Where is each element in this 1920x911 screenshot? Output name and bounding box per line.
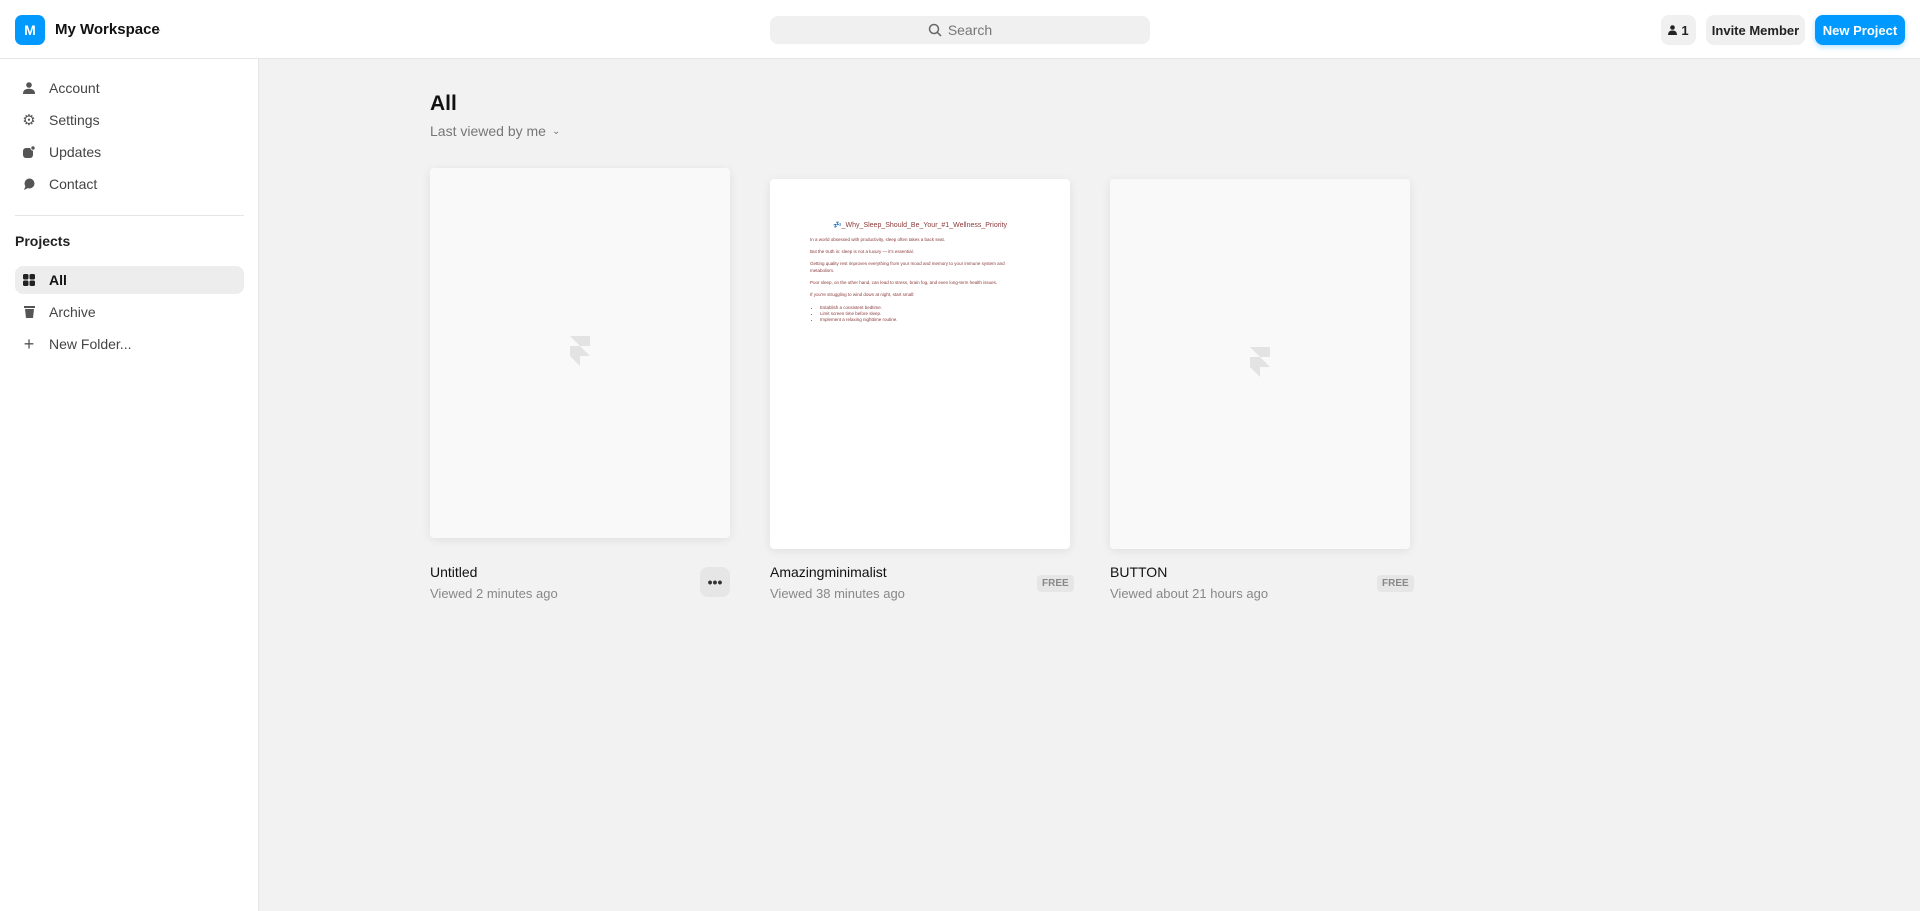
search-placeholder: Search	[947, 22, 993, 38]
sidebar-item-label: All	[49, 272, 67, 288]
projects-heading: Projects	[15, 233, 71, 249]
project-last-viewed: Viewed 38 minutes ago	[770, 586, 905, 601]
sidebar-item-label: Updates	[49, 144, 102, 160]
workspace-avatar[interactable]: M	[15, 15, 45, 45]
preview-paragraph: If you're struggling to wind down at nig…	[810, 292, 915, 298]
project-title[interactable]: Amazingminimalist	[770, 564, 887, 580]
project-card-thumbnail[interactable]	[430, 168, 730, 538]
page-title: All	[430, 92, 457, 115]
sidebar-item-label: Settings	[49, 112, 100, 128]
chat-icon	[21, 178, 37, 190]
sort-dropdown[interactable]: Last viewed by me ⌄	[430, 123, 560, 139]
updates-icon	[21, 146, 37, 158]
sidebar-item-account[interactable]: Account	[15, 74, 244, 102]
sidebar-item-label: Archive	[49, 304, 96, 320]
preview-paragraph: Poor sleep, on the other hand, can lead …	[810, 279, 998, 285]
preview-paragraph: But the truth is: sleep is not a luxury …	[810, 249, 914, 255]
preview-heading: 💤_Why_Sleep_Should_Be_Your_#1_Wellness_P…	[832, 222, 1008, 229]
preview-paragraph: Getting quality rest improves everything…	[810, 261, 1005, 273]
project-card-thumbnail[interactable]: 💤_Why_Sleep_Should_Be_Your_#1_Wellness_P…	[770, 179, 1070, 549]
document-preview: 💤_Why_Sleep_Should_Be_Your_#1_Wellness_P…	[810, 221, 1030, 323]
framer-logo-icon	[1250, 347, 1270, 377]
gear-icon: ⚙	[22, 112, 36, 129]
sort-label: Last viewed by me	[430, 123, 546, 139]
grid-icon	[21, 274, 37, 286]
plan-badge: FREE	[1377, 575, 1414, 592]
top-bar: M My Workspace ⌄ Search 1 Invite Member …	[0, 0, 1920, 59]
project-title[interactable]: Untitled	[430, 564, 477, 580]
members-button[interactable]: 1	[1661, 15, 1696, 45]
search-input[interactable]: Search	[770, 16, 1150, 44]
sidebar-item-label: Account	[49, 80, 100, 96]
project-title[interactable]: BUTTON	[1110, 564, 1167, 580]
sidebar-item-label: New Folder...	[49, 336, 132, 352]
user-icon	[21, 82, 37, 94]
preview-bullet: Implement a relaxing nighttime routine.	[820, 317, 1030, 323]
project-last-viewed: Viewed about 21 hours ago	[1110, 586, 1269, 601]
sidebar-item-updates[interactable]: Updates	[15, 138, 244, 166]
sidebar-item-new-folder[interactable]: + New Folder...	[15, 330, 244, 358]
search-icon	[928, 23, 942, 37]
sidebar-item-label: Contact	[49, 176, 98, 192]
project-last-viewed: Viewed 2 minutes ago	[430, 586, 558, 601]
new-project-button[interactable]: New Project	[1815, 15, 1905, 45]
more-options-button[interactable]: •••	[700, 567, 730, 597]
user-icon	[1668, 25, 1678, 35]
plus-icon: +	[23, 333, 35, 354]
project-card-thumbnail[interactable]	[1110, 179, 1410, 549]
chevron-down-icon[interactable]: ⌄	[154, 24, 162, 35]
trash-icon	[21, 306, 37, 318]
sidebar-item-contact[interactable]: Contact	[15, 170, 244, 198]
invite-member-button[interactable]: Invite Member	[1706, 15, 1805, 45]
sidebar-item-settings[interactable]: ⚙ Settings	[15, 106, 244, 134]
framer-logo-icon	[570, 336, 590, 366]
sidebar: Account ⚙ Settings Updates Contact Proje…	[0, 59, 259, 911]
sidebar-divider	[15, 215, 244, 216]
preview-paragraph: In a world obsessed with productivity, s…	[810, 236, 945, 242]
workspace-switcher[interactable]: My Workspace	[55, 21, 160, 38]
chevron-down-icon: ⌄	[551, 125, 561, 137]
sidebar-item-archive[interactable]: Archive	[15, 298, 244, 326]
plan-badge: FREE	[1037, 575, 1074, 592]
sidebar-item-all[interactable]: All	[15, 266, 244, 294]
member-count: 1	[1681, 22, 1689, 38]
